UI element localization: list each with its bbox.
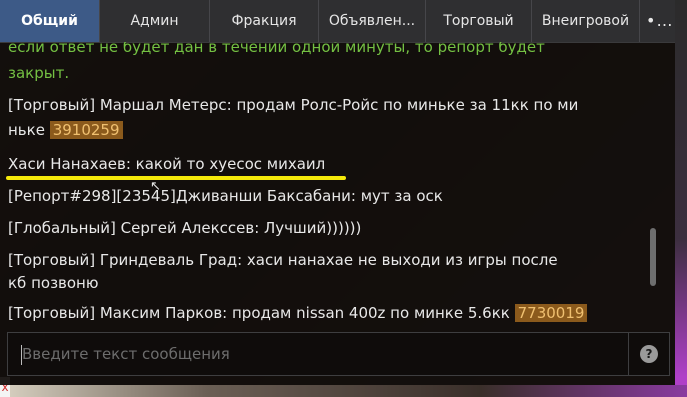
more-tabs-button[interactable]: ••• (640, 0, 675, 42)
message-text: [Торговый] Максим Парков: продам nissan … (8, 304, 510, 322)
message-list: если ответ не будет дан в течении одной … (0, 42, 650, 330)
message-line: [Торговый] Маршал Метерс: продам Ролс-Ро… (8, 96, 579, 114)
scrollbar-thumb[interactable] (650, 228, 656, 286)
message-line: [Торговый] Максим Парков: продам nissan … (8, 302, 608, 324)
message-line: [Торговый] Гриндеваль Град: хаси нанахае… (8, 251, 558, 269)
message-line: ньке 3910259 (8, 119, 608, 141)
tab-general[interactable]: Общий (0, 0, 100, 42)
highlight-underline (6, 176, 346, 180)
tab-admin[interactable]: Админ (100, 0, 210, 42)
background-edge-right (675, 0, 687, 397)
message-input-box: ? (7, 332, 670, 376)
tab-offgame[interactable]: Внеигровой (532, 0, 640, 42)
input-divider (628, 333, 629, 375)
message-line: закрыт. (8, 64, 70, 82)
phone-number-badge[interactable]: 7730019 (514, 304, 588, 322)
message-line: [Глобальный] Сергей Алекссев: Лучший))))… (8, 219, 362, 237)
chat-tabs: Общий Админ Фракция Объявлен... Торговый… (0, 0, 675, 43)
message-line: если ответ не будет дан в течении одной … (8, 42, 545, 56)
message-line: [Репорт#298][23545]Дживанши Баксабани: м… (8, 187, 443, 205)
background-edge-bottom (0, 385, 687, 397)
tab-ads[interactable]: Объявлен... (319, 0, 426, 42)
message-line: Хаси Нанахаев: какой то хуесос михаил (8, 155, 326, 173)
tab-faction[interactable]: Фракция (210, 0, 319, 42)
message-input[interactable] (8, 333, 628, 375)
phone-number-badge[interactable]: 3910259 (49, 121, 123, 139)
tab-trade[interactable]: Торговый (426, 0, 532, 42)
text-caret (21, 345, 22, 365)
message-line: кб позвоню (8, 274, 99, 292)
message-text: ньке (8, 121, 45, 139)
chat-window: Общий Админ Фракция Объявлен... Торговый… (0, 0, 675, 385)
help-icon[interactable]: ? (640, 345, 658, 363)
